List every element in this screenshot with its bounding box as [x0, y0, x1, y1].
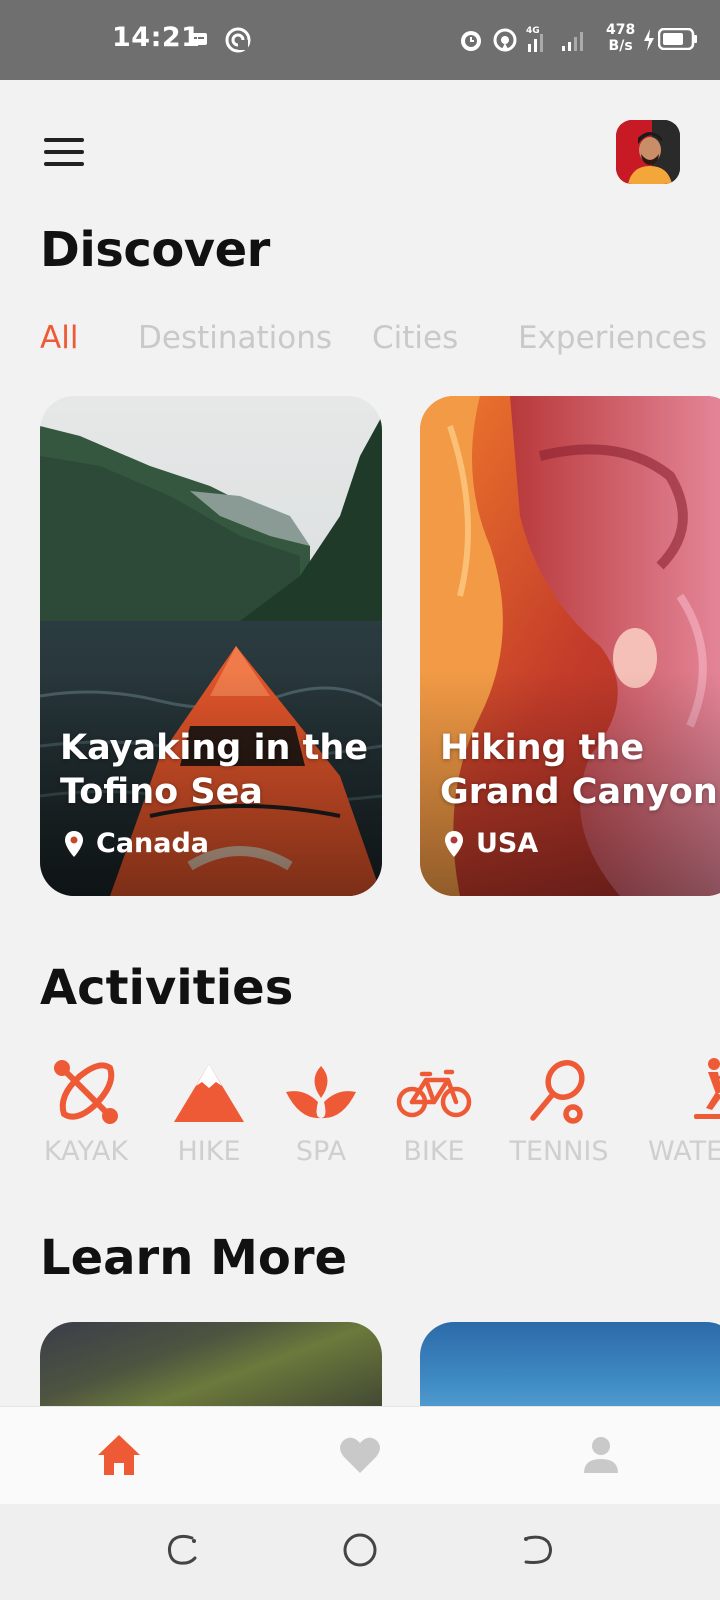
- home-button-icon[interactable]: [342, 1532, 378, 1568]
- waterski-icon: [694, 1058, 720, 1119]
- activity-hike[interactable]: HIKE: [170, 1056, 248, 1167]
- nav-favorites[interactable]: [338, 1435, 382, 1479]
- hotspot-icon: [493, 28, 517, 52]
- system-nav-bar: [0, 1504, 720, 1600]
- recent-apps-icon[interactable]: [166, 1532, 200, 1566]
- tab-destinations[interactable]: Destinations: [138, 320, 332, 356]
- activities-title: Activities: [40, 960, 294, 1016]
- bottom-nav: [0, 1406, 720, 1504]
- sync-icon: [225, 27, 251, 53]
- activity-label: BIKE: [403, 1136, 465, 1167]
- heart-icon: [340, 1437, 380, 1473]
- activity-bike[interactable]: BIKE: [394, 1056, 474, 1167]
- activity-label: HIKE: [177, 1136, 241, 1167]
- menu-button[interactable]: [40, 132, 88, 172]
- message-icon: [191, 33, 207, 45]
- bike-icon: [396, 1069, 472, 1118]
- kayak-icon: [54, 1060, 118, 1124]
- tab-cities[interactable]: Cities: [372, 320, 458, 356]
- tab-all[interactable]: All: [40, 320, 78, 356]
- lotus-icon: [286, 1066, 356, 1119]
- avatar-photo: [616, 120, 680, 184]
- home-icon: [98, 1435, 140, 1475]
- location-pin-icon: [65, 830, 83, 857]
- card-title: Kayaking in the Tofino Sea: [60, 728, 369, 812]
- signal-4g-icon: 4G: [526, 26, 543, 52]
- card-location-text: Canada: [96, 828, 210, 859]
- hamburger-icon-line: [44, 162, 84, 166]
- tennis-icon: [530, 1060, 585, 1124]
- activity-kayak[interactable]: KAYAK: [40, 1056, 132, 1167]
- card-title: Hiking the Grand Canyon: [440, 728, 718, 812]
- card-location-text: USA: [476, 828, 539, 859]
- learn-more-title: Learn More: [40, 1230, 348, 1286]
- back-icon[interactable]: [520, 1532, 554, 1566]
- activity-label: SPA: [295, 1136, 347, 1167]
- activity-waterski[interactable]: WATE: [648, 1056, 720, 1167]
- hamburger-icon: [44, 138, 84, 142]
- battery-icon: [658, 28, 697, 50]
- status-time: 14:21: [112, 22, 201, 53]
- location-pin-icon: [445, 830, 463, 857]
- svg-text:4G: 4G: [526, 26, 540, 36]
- card-location: USA: [444, 828, 538, 859]
- network-speed-unit: B/s: [608, 38, 633, 54]
- person-icon: [584, 1437, 618, 1473]
- tab-experiences[interactable]: Experiences: [518, 320, 707, 356]
- destination-card[interactable]: Hiking the Grand Canyon USA: [420, 396, 720, 896]
- activity-tennis[interactable]: TENNIS: [508, 1056, 610, 1167]
- network-speed-value: 478: [606, 22, 636, 38]
- card-image-canyon: [420, 396, 720, 896]
- hamburger-icon-line: [44, 150, 84, 154]
- activity-spa[interactable]: SPA: [284, 1056, 358, 1167]
- status-bar: 14:21 4G 478 B/s: [0, 0, 720, 80]
- mountain-icon: [174, 1064, 244, 1122]
- activity-label: WATE: [648, 1136, 720, 1167]
- destination-card[interactable]: Kayaking in the Tofino Sea Canada: [40, 396, 382, 896]
- card-image-kayak: [40, 396, 382, 896]
- activity-label: TENNIS: [509, 1136, 609, 1167]
- activity-label: KAYAK: [43, 1136, 129, 1167]
- avatar[interactable]: [616, 120, 680, 184]
- network-speed: 478 B/s: [606, 22, 635, 54]
- page-title: Discover: [40, 222, 270, 278]
- nav-profile[interactable]: [582, 1435, 620, 1479]
- signal-icon: [562, 32, 583, 51]
- alarm-icon: [461, 31, 481, 51]
- charging-icon: [644, 29, 654, 51]
- nav-home[interactable]: [96, 1433, 142, 1481]
- card-location: Canada: [64, 828, 209, 859]
